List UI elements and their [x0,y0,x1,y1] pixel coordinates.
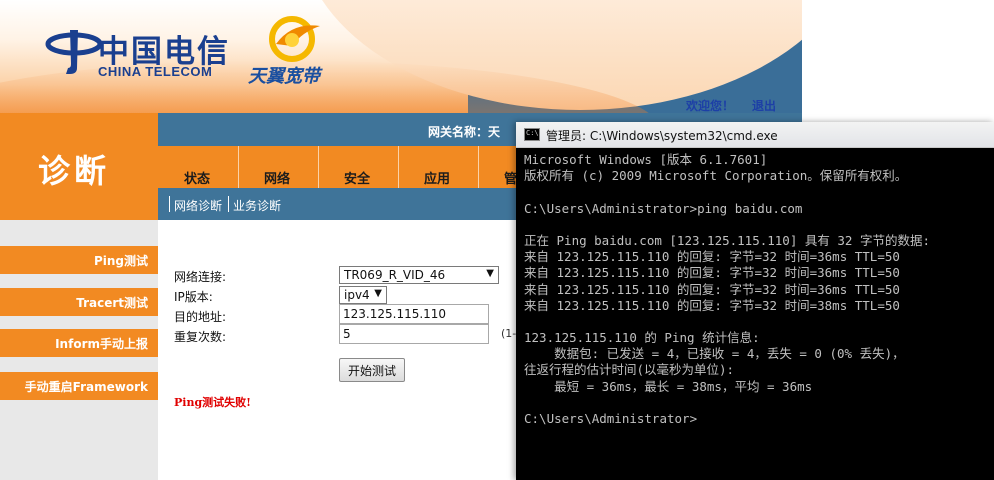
console-line: 123.125.115.110 的 Ping 统计信息: [524,330,760,346]
console-line: C:\Users\Administrator> [524,411,698,426]
nav-separator [238,146,239,188]
page-header: 中国电信 CHINA TELECOM 天翼宽带 欢迎您！ 退出 [0,0,802,113]
console-line: 最短 = 36ms，最长 = 38ms，平均 = 36ms [524,378,813,394]
brand-english: CHINA TELECOM [98,64,213,79]
repeat-count-hint: (1- [501,327,517,340]
dropdown-arrow-icon: ▼ [374,288,382,299]
connection-value: TR069_R_VID_46 [344,268,446,282]
product-name: 天翼宽带 [248,66,320,87]
console-line: Microsoft Windows [版本 6.1.7601] [524,152,768,167]
repeat-count-label: 重复次数: [174,330,227,344]
cmd-window[interactable]: C:\ 管理员: C:\Windows\system32\cmd.exe Mic… [516,122,994,480]
ip-version-label: IP版本: [174,290,213,304]
repeat-count-input[interactable]: 5 [339,324,489,344]
console-line: 数据包: 已发送 = 4，已接收 = 4，丢失 = 0 (0% 丢失)， [524,346,905,362]
cmd-window-icon: C:\ [524,128,540,141]
nav-separator [318,146,319,188]
ip-version-select[interactable]: ipv4 ▼ [339,286,387,304]
tab-application[interactable]: 应用 [424,168,450,187]
cmd-console-output[interactable]: Microsoft Windows [版本 6.1.7601] 版权所有 (c)… [524,152,994,480]
gateway-name-label: 网关名称：天 [428,125,501,139]
subnav-separator [228,196,229,212]
sidebar-item-tracert[interactable]: Tracert测试 [0,288,158,316]
cmd-title-text: 管理员: C:\Windows\system32\cmd.exe [546,129,778,143]
tab-security[interactable]: 安全 [344,168,370,187]
sidebar-item-restart-framework[interactable]: 手动重启Framework [0,372,158,400]
china-telecom-logo-icon [45,30,103,74]
cmd-title-bar[interactable]: C:\ 管理员: C:\Windows\system32\cmd.exe [516,122,994,148]
subnav-separator [169,196,170,212]
tianyi-logo-icon [269,16,320,62]
section-title-block: 诊断 [0,113,158,220]
console-line: C:\Users\Administrator>ping baidu.com [524,200,803,216]
console-line: 来自 123.125.115.110 的回复: 字节=32 时间=36ms TT… [524,265,900,281]
tab-network[interactable]: 网络 [264,168,290,187]
ping-fail-message: Ping测试失败! [174,396,251,409]
nav-separator [478,146,479,188]
section-title: 诊断 [38,152,111,190]
ip-version-value: ipv4 [344,288,370,302]
console-line: 来自 123.125.115.110 的回复: 字节=32 时间=36ms TT… [524,281,900,297]
sidebar-item-inform[interactable]: Inform手动上报 [0,329,158,357]
nav-separator [398,146,399,188]
start-test-button[interactable]: 开始测试 [339,358,405,382]
connection-label: 网络连接: [174,270,227,284]
subnav-network-diagnosis[interactable]: 网络诊断 [174,197,222,214]
connection-select[interactable]: TR069_R_VID_46 ▼ [339,266,499,284]
subnav-service-diagnosis[interactable]: 业务诊断 [233,197,281,214]
sidebar-item-ping[interactable]: Ping测试 [0,246,158,274]
console-line: 来自 123.125.115.110 的回复: 字节=32 时间=36ms TT… [524,249,900,265]
console-line: 正在 Ping baidu.com [123.125.115.110] 具有 3… [524,232,931,248]
destination-label: 目的地址: [174,310,227,324]
console-line: 往返行程的估计时间(以毫秒为单位): [524,362,735,378]
console-line: 版权所有 (c) 2009 Microsoft Corporation。保留所有… [524,168,908,184]
welcome-link[interactable]: 欢迎您！ [686,97,734,113]
logout-link[interactable]: 退出 [752,97,776,113]
console-line: 来自 123.125.115.110 的回复: 字节=32 时间=38ms TT… [524,297,900,313]
destination-input[interactable]: 123.125.115.110 [339,304,489,324]
tab-status[interactable]: 状态 [184,168,210,187]
dropdown-arrow-icon: ▼ [486,268,494,279]
